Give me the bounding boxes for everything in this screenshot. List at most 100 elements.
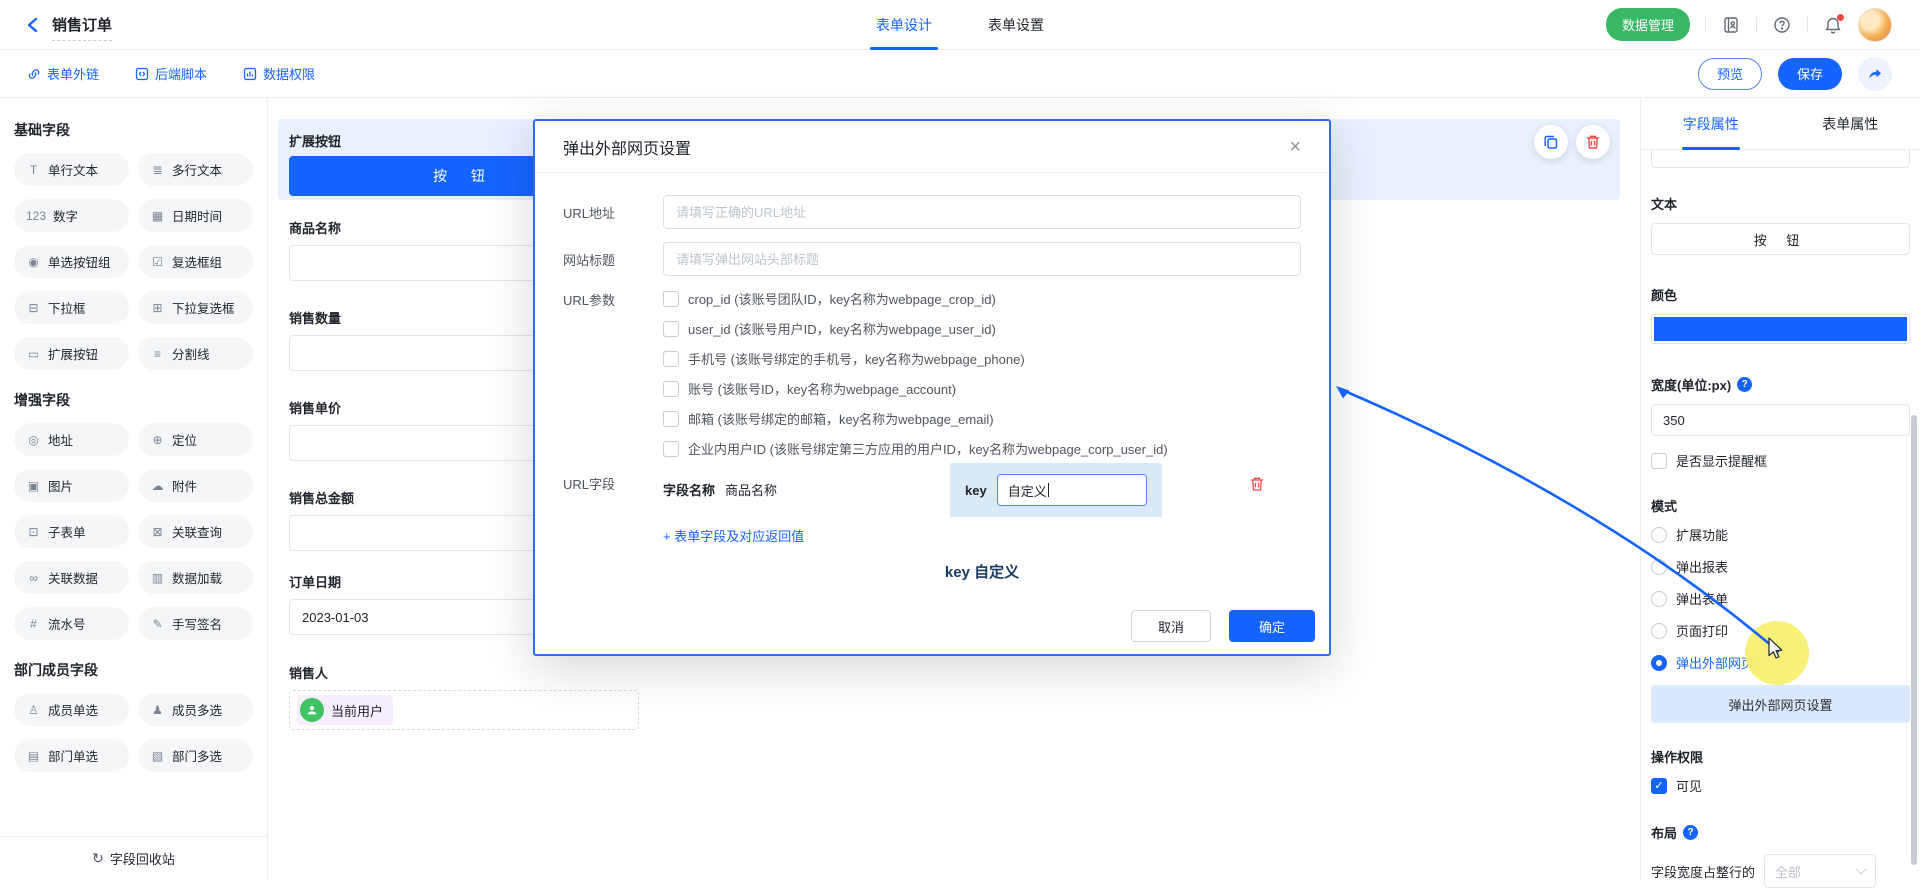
key-value-input[interactable]: 自定义 — [997, 474, 1147, 506]
user-avatar[interactable] — [1858, 8, 1892, 42]
preview-button[interactable]: 预览 — [1698, 58, 1762, 90]
field-pill[interactable]: ♙ 成员单选 — [14, 693, 129, 726]
mode-popup-form[interactable]: 弹出表单 — [1651, 589, 1910, 608]
field-pill[interactable]: ▭ 扩展按钮 — [14, 337, 129, 370]
confirm-button[interactable]: 确定 — [1229, 610, 1315, 642]
copy-field-button[interactable] — [1534, 125, 1568, 159]
text-caret — [1048, 483, 1049, 497]
site-title-input[interactable] — [663, 242, 1301, 276]
tab-form-design[interactable]: 表单设计 — [876, 0, 932, 50]
url-param-option[interactable]: 企业内用户ID (该账号绑定第三方应用的用户ID，key名称为webpage_c… — [663, 439, 1168, 458]
share-button[interactable] — [1858, 57, 1892, 91]
dialog-title: 弹出外部网页设置 — [563, 135, 691, 159]
backend-script-link[interactable]: 后端脚本 — [135, 64, 207, 83]
visible-checkbox-row[interactable]: ✓ 可见 — [1651, 776, 1910, 795]
trash-icon — [1585, 134, 1601, 150]
data-permission-link[interactable]: 数据权限 — [243, 64, 315, 83]
field-pill[interactable]: ▥ 数据加载 — [138, 561, 253, 594]
divider — [1807, 17, 1808, 33]
data-manage-button[interactable]: 数据管理 — [1606, 8, 1690, 41]
button-text-input[interactable]: 按 钮 — [1651, 223, 1910, 255]
field-pill[interactable]: ☑ 复选框组 — [138, 245, 253, 278]
field-pill[interactable]: ≣ 多行文本 — [138, 153, 253, 186]
delete-field-button[interactable] — [1576, 125, 1610, 159]
checkbox-icon[interactable] — [663, 321, 679, 337]
field-pill[interactable]: ≡ 分割线 — [138, 337, 253, 370]
field-pill[interactable]: ⊟ 下拉框 — [14, 291, 129, 324]
field-pill[interactable]: ✎ 手写签名 — [138, 607, 253, 640]
field-icon: ◎ — [26, 433, 41, 447]
field-pill[interactable]: ⊕ 定位 — [138, 423, 253, 456]
mode-extend-function[interactable]: 扩展功能 — [1651, 525, 1910, 544]
url-param-option[interactable]: user_id (该账号用户ID，key名称为webpage_user_id) — [663, 319, 1168, 338]
field-pill[interactable]: ◉ 单选按钮组 — [14, 245, 129, 278]
width-ratio-select[interactable]: 全部 — [1764, 854, 1876, 888]
panel-scrollbar-thumb[interactable] — [1911, 415, 1917, 865]
radio-label: 弹出外部网页 — [1676, 653, 1754, 672]
checkbox-icon[interactable] — [663, 351, 679, 367]
url-param-option[interactable]: 账号 (该账号ID，key名称为webpage_account) — [663, 379, 1168, 398]
field-pill[interactable]: 123 数字 — [14, 199, 129, 232]
radio-icon[interactable] — [1651, 623, 1667, 639]
field-pill[interactable]: # 流水号 — [14, 607, 129, 640]
truncated-input[interactable] — [1651, 150, 1910, 168]
field-pill[interactable]: ▦ 日期时间 — [138, 199, 253, 232]
form-external-link[interactable]: 表单外链 — [27, 64, 99, 83]
url-param-option[interactable]: 邮箱 (该账号绑定的邮箱，key名称为webpage_email) — [663, 409, 1168, 428]
address-book-icon[interactable] — [1721, 15, 1741, 35]
delete-url-field-button[interactable] — [1249, 476, 1265, 495]
notification-bell-icon[interactable] — [1823, 15, 1843, 35]
add-form-field-link[interactable]: + 表单字段及对应返回值 — [663, 526, 804, 545]
checkbox-icon[interactable] — [663, 441, 679, 457]
close-icon[interactable]: × — [1289, 137, 1301, 157]
tab-form-properties[interactable]: 表单属性 — [1781, 98, 1920, 149]
checkbox-icon[interactable] — [663, 411, 679, 427]
cancel-button[interactable]: 取消 — [1131, 610, 1211, 642]
radio-icon[interactable] — [1651, 559, 1667, 575]
field-pill[interactable]: ▤ 部门单选 — [14, 739, 129, 772]
mode-popup-report[interactable]: 弹出报表 — [1651, 557, 1910, 576]
divider — [1756, 17, 1757, 33]
field-recycle-bin[interactable]: ↻ 字段回收站 — [0, 836, 267, 880]
field-pill[interactable]: ∞ 关联数据 — [14, 561, 129, 594]
back-icon[interactable] — [26, 17, 42, 33]
field-pill[interactable]: ⊞ 下拉复选框 — [138, 291, 253, 324]
sales-person-picker[interactable]: 当前用户 — [289, 690, 639, 730]
radio-icon[interactable] — [1651, 591, 1667, 607]
field-pill[interactable]: ☁ 附件 — [138, 469, 253, 502]
field-pill[interactable]: ⊠ 关联查询 — [138, 515, 253, 548]
popup-webpage-settings-button[interactable]: 弹出外部网页设置 — [1651, 685, 1910, 723]
radio-icon-selected[interactable] — [1651, 655, 1667, 671]
field-pill[interactable]: ⊡ 子表单 — [14, 515, 129, 548]
color-swatch[interactable] — [1654, 317, 1907, 341]
field-pill[interactable]: ▧ 部门多选 — [138, 739, 253, 772]
tab-field-properties[interactable]: 字段属性 — [1641, 98, 1781, 149]
radio-icon[interactable] — [1651, 527, 1667, 543]
color-picker[interactable] — [1651, 314, 1910, 344]
field-pill[interactable]: T 单行文本 — [14, 153, 129, 186]
url-param-option[interactable]: 手机号 (该账号绑定的手机号，key名称为webpage_phone) — [663, 349, 1168, 368]
url-address-input[interactable] — [663, 195, 1301, 229]
help-icon[interactable] — [1772, 15, 1792, 35]
checkbox-icon[interactable] — [663, 381, 679, 397]
field-pill[interactable]: ◎ 地址 — [14, 423, 129, 456]
field-pill[interactable]: ▣ 图片 — [14, 469, 129, 502]
key-value: 自定义 — [1008, 481, 1047, 500]
save-button[interactable]: 保存 — [1778, 58, 1842, 90]
mode-page-print[interactable]: 页面打印 — [1651, 621, 1910, 640]
field-pill[interactable]: ♟ 成员多选 — [138, 693, 253, 726]
tab-form-settings[interactable]: 表单设置 — [988, 0, 1044, 50]
field-label: 附件 — [172, 476, 197, 495]
checkbox-checked-icon[interactable]: ✓ — [1651, 778, 1667, 794]
field-label: 销售人 — [289, 663, 639, 682]
width-input[interactable] — [1651, 404, 1910, 436]
text-label: 文本 — [1651, 194, 1910, 213]
checkbox-icon[interactable] — [1651, 453, 1667, 469]
url-param-option[interactable]: crop_id (该账号团队ID，key名称为webpage_crop_id) — [663, 289, 1168, 308]
mode-popup-external-webpage[interactable]: 弹出外部网页 — [1651, 653, 1910, 672]
checkbox-icon[interactable] — [663, 291, 679, 307]
layout-help-icon[interactable]: ? — [1683, 825, 1698, 840]
reminder-checkbox-row[interactable]: 是否显示提醒框 — [1651, 451, 1910, 470]
page-title[interactable]: 销售订单 — [52, 14, 112, 41]
width-help-icon[interactable]: ? — [1737, 377, 1752, 392]
